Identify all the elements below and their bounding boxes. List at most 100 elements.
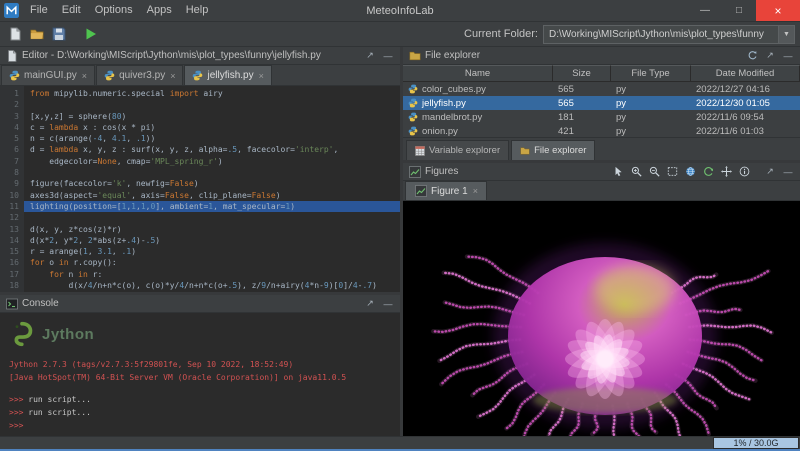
column-header-file-type[interactable]: File Type (611, 65, 691, 82)
code-line-1[interactable]: 1from mipylib.numeric.special import air… (0, 88, 400, 99)
console-output[interactable]: Jython Jython 2.7.3 (tags/v2.7.3:5f29801… (0, 313, 400, 436)
tab-label: jellyfish.py (207, 70, 253, 81)
python-file-icon[interactable] (408, 84, 418, 94)
code-line-3[interactable]: 3[x,y,z] = sphere(80) (0, 111, 400, 122)
figure-tab[interactable]: Figure 1 × (405, 181, 487, 200)
python-file-icon[interactable] (9, 70, 20, 81)
chevron-down-icon[interactable]: ▼ (778, 26, 794, 43)
column-header-size[interactable]: Size (553, 65, 611, 82)
full-extent-icon[interactable] (665, 165, 679, 179)
code-line-2[interactable]: 2 (0, 99, 400, 110)
code-text (24, 167, 400, 178)
console-command: run script... (23, 408, 90, 417)
current-folder-group: Current Folder: D:\Working\MIScript\Jyth… (464, 25, 795, 44)
file-row-jellyfish.py[interactable]: jellyfish.py565py2022/12/30 01:05 (403, 96, 800, 110)
code-line-13[interactable]: 13d(x, y, z*cos(z)*r) (0, 224, 400, 235)
dock-tab-file-explorer[interactable]: File explorer (511, 140, 595, 160)
var-grid-icon[interactable] (415, 146, 425, 156)
file-row-mandelbrot.py[interactable]: mandelbrot.py181py2022/11/6 09:54 (403, 110, 800, 124)
run-icon[interactable] (80, 25, 99, 44)
code-line-14[interactable]: 14d(x*2, y*2, 2*abs(z+.4)-.5) (0, 235, 400, 246)
close-tab-icon[interactable]: × (259, 71, 264, 81)
python-file-icon[interactable] (104, 70, 115, 81)
dock-tab-variable-explorer[interactable]: Variable explorer (406, 140, 509, 160)
maximize-button[interactable]: □ (722, 0, 756, 21)
console-panel-header: Console ↗— (0, 295, 400, 313)
line-number: 7 (0, 156, 24, 167)
code-line-12[interactable]: 12 (0, 212, 400, 223)
console-entry: >>> run script... (9, 393, 391, 406)
code-line-10[interactable]: 10axes3d(aspect='equal', axis=False, cli… (0, 190, 400, 201)
close-button[interactable]: × (756, 0, 800, 21)
code-text: d = lambda x, y, z : surf(x, y, z, alpha… (24, 144, 400, 155)
menu-edit[interactable]: Edit (55, 0, 88, 21)
globe-icon[interactable] (683, 165, 697, 179)
save-icon[interactable] (49, 25, 68, 44)
open-folder-icon[interactable] (27, 25, 46, 44)
editor-tab-mainGUI.py[interactable]: mainGUI.py× (1, 65, 95, 85)
menu-file[interactable]: File (23, 0, 55, 21)
file-cell: 181 (553, 112, 611, 123)
close-tab-icon[interactable]: × (170, 71, 175, 81)
python-file-icon[interactable] (408, 126, 418, 136)
code-line-7[interactable]: 7 edgecolor=None, cmap='MPL_spring_r') (0, 156, 400, 167)
editor-header-icons: ↗— (363, 49, 395, 63)
python-file-icon[interactable] (408, 98, 418, 108)
code-area[interactable]: 1from mipylib.numeric.special import air… (0, 86, 400, 292)
editor-tab-jellyfish.py[interactable]: jellyfish.py × (184, 65, 271, 85)
file-row-color_cubes.py[interactable]: color_cubes.py565py2022/12/27 04:16 (403, 82, 800, 96)
menu-options[interactable]: Options (88, 0, 140, 21)
code-line-11[interactable]: 11lighting(position=[1,1,1,0], ambient=1… (0, 201, 400, 212)
minimize-icon[interactable]: — (781, 165, 795, 179)
zoom-in-icon[interactable] (629, 165, 643, 179)
python-file-icon[interactable] (408, 112, 418, 122)
code-line-17[interactable]: 17 for n in r: (0, 269, 400, 280)
minimize-button[interactable]: — (688, 0, 722, 21)
code-line-9[interactable]: 9figure(facecolor='k', newfig=False) (0, 178, 400, 189)
dock-tab-label: Variable explorer (429, 145, 500, 156)
figures-title: Figures (425, 166, 458, 177)
python-file-icon[interactable] (192, 70, 203, 81)
jellyfish-plot[interactable] (403, 201, 800, 436)
float-icon[interactable]: ↗ (363, 297, 377, 311)
code-text: d(x*2, y*2, 2*abs(z+.4)-.5) (24, 235, 400, 246)
close-tab-icon[interactable]: × (82, 71, 87, 81)
code-line-16[interactable]: 16for o in r.copy(): (0, 257, 400, 268)
close-figure-icon[interactable]: × (473, 186, 478, 196)
current-folder-combobox[interactable]: D:\Working\MIScript\Jython\mis\plot_type… (543, 25, 795, 44)
float-icon[interactable]: ↗ (763, 165, 777, 179)
line-number: 6 (0, 144, 24, 155)
folder-small-icon[interactable] (520, 146, 530, 156)
titlebar[interactable]: FileEditOptionsAppsHelp MeteoInfoLab — □… (0, 0, 800, 22)
pointer-icon[interactable] (611, 165, 625, 179)
rotate-3d-icon[interactable] (701, 165, 715, 179)
memory-indicator[interactable]: 1% / 30.0G (713, 437, 799, 449)
code-text: for o in r.copy(): (24, 257, 400, 268)
code-line-8[interactable]: 8 (0, 167, 400, 178)
zoom-out-icon[interactable] (647, 165, 661, 179)
pan-icon[interactable] (719, 165, 733, 179)
code-line-4[interactable]: 4c = lambda x : cos(x * pi) (0, 122, 400, 133)
column-header-name[interactable]: Name (403, 65, 553, 82)
code-line-5[interactable]: 5n = c(arange(-4, 4.1, .1)) (0, 133, 400, 144)
figures-panel-header: Figures ↗ — (403, 163, 800, 181)
menu-help[interactable]: Help (179, 0, 216, 21)
minimize-icon[interactable]: — (381, 297, 395, 311)
float-icon[interactable]: ↗ (363, 49, 377, 63)
code-line-18[interactable]: 18 d(x/4/n+n*c(o), c(o)*y/4/n+n*c(o+.5),… (0, 280, 400, 291)
figure-canvas[interactable] (403, 201, 800, 436)
minimize-icon[interactable]: — (781, 49, 795, 63)
column-header-date-modified[interactable]: Date Modified (691, 65, 800, 82)
minimize-icon[interactable]: — (381, 49, 395, 63)
code-line-15[interactable]: 15r = arange(1, 3.1, .1) (0, 246, 400, 257)
file-row-onion.py[interactable]: onion.py421py2022/11/6 01:03 (403, 124, 800, 137)
line-number: 4 (0, 122, 24, 133)
float-icon[interactable]: ↗ (763, 49, 777, 63)
identify-icon[interactable] (737, 165, 751, 179)
menu-apps[interactable]: Apps (140, 0, 179, 21)
jython-logo: Jython (9, 318, 391, 350)
code-line-6[interactable]: 6d = lambda x, y, z : surf(x, y, z, alph… (0, 144, 400, 155)
new-file-icon[interactable] (5, 25, 24, 44)
editor-tab-quiver3.py[interactable]: quiver3.py× (96, 65, 183, 85)
refresh-icon[interactable] (745, 49, 759, 63)
